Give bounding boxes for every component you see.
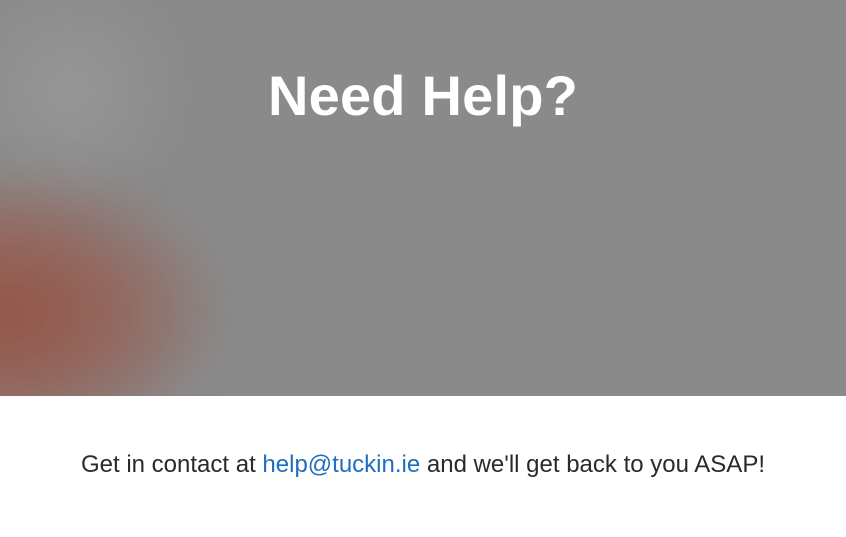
hero-banner: Need Help? bbox=[0, 0, 846, 396]
contact-prefix: Get in contact at bbox=[80, 451, 263, 478]
page-title: Need Help? bbox=[267, 64, 579, 127]
contact-message: Get in contact at help@tuckin.ie and we'… bbox=[0, 449, 846, 481]
help-email-link[interactable]: help@tuckin.ie bbox=[262, 451, 420, 478]
hero-background-blur-warm bbox=[0, 170, 220, 396]
contact-suffix: and we'll get back to you ASAP! bbox=[420, 451, 765, 478]
